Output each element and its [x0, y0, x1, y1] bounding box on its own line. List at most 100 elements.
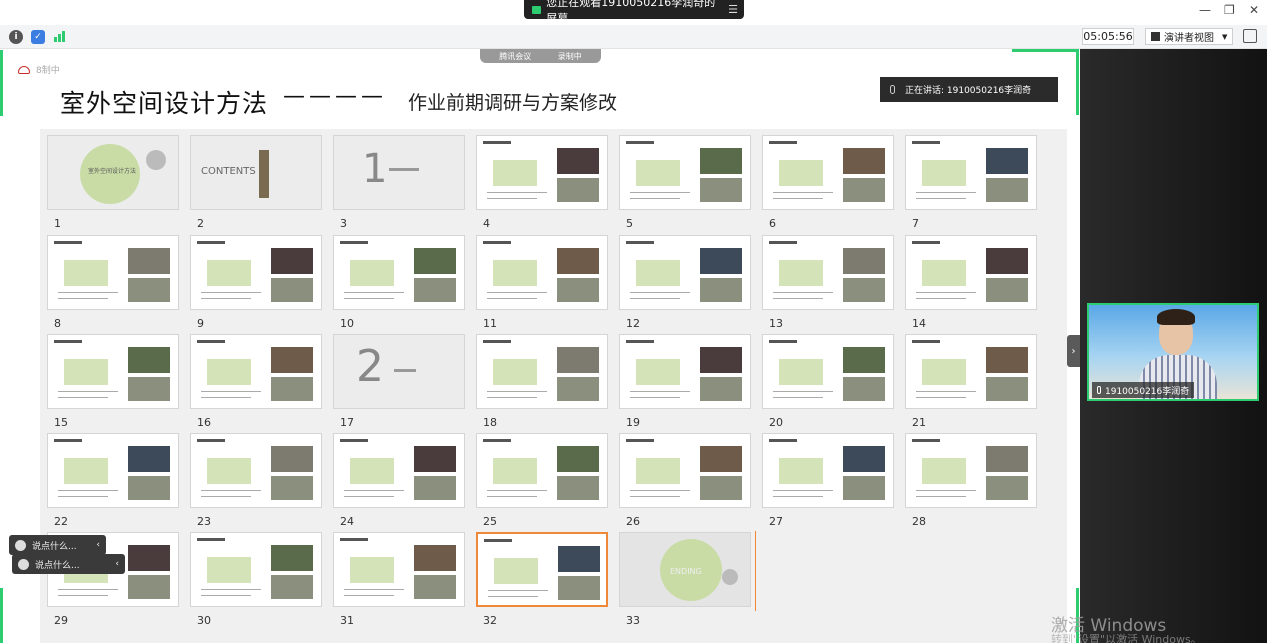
slide-thumbnail[interactable] — [190, 235, 322, 310]
meeting-timer: 05:05:56 — [1082, 28, 1134, 45]
slide-thumbnail[interactable] — [190, 334, 322, 409]
slide-number: 11 — [483, 317, 497, 330]
slide-number: 4 — [483, 217, 490, 230]
slide-number: 12 — [626, 317, 640, 330]
microphone-icon — [890, 85, 895, 94]
slide-title: 室外空间设计方法 — [60, 89, 269, 118]
slide-thumbnail[interactable] — [905, 334, 1037, 409]
slide-thumbnail[interactable] — [762, 334, 894, 409]
slide-thumbnail[interactable] — [333, 532, 465, 607]
slide-number: 32 — [483, 614, 497, 627]
slide-number: 28 — [912, 515, 926, 528]
slide-thumbnail[interactable] — [333, 433, 465, 508]
share-border — [1076, 49, 1079, 115]
participant-video[interactable]: 1910050216李润奇 — [1087, 303, 1259, 401]
camera-icon — [532, 5, 542, 14]
chat-placeholder: 说点什么... — [35, 560, 80, 571]
slide-thumbnail[interactable] — [47, 235, 179, 310]
slide-thumbnail[interactable] — [762, 235, 894, 310]
slide-number: 20 — [769, 416, 783, 429]
chat-input-pill[interactable]: 说点什么... ‹ — [9, 535, 106, 555]
slide-thumbnail[interactable] — [333, 235, 465, 310]
meeting-toolbar: i ✓ 05:05:56 演讲者视图 ▼ — [0, 25, 1267, 49]
info-icon[interactable]: i — [9, 30, 23, 44]
slide-thumbnail[interactable] — [762, 135, 894, 210]
slide-thumbnail[interactable] — [190, 532, 322, 607]
slide-thumbnail[interactable] — [476, 334, 608, 409]
slide-number: 1 — [54, 217, 61, 230]
share-border — [1012, 49, 1078, 52]
slide-thumbnail[interactable] — [762, 433, 894, 508]
close-icon[interactable]: ✕ — [1249, 3, 1259, 17]
slide-thumbnail[interactable] — [619, 334, 751, 409]
slide-number: 33 — [626, 614, 640, 627]
screen-share-indicator[interactable]: 您正在观看1910050216李润奇的屏幕 ☰ — [524, 0, 744, 25]
thumb-caption: CONTENTS — [201, 166, 256, 177]
slide-number: 31 — [340, 614, 354, 627]
chevron-down-icon: ▼ — [1222, 32, 1228, 41]
chat-input-pill[interactable]: 说点什么... ‹ — [12, 554, 125, 574]
slide-number: 7 — [912, 217, 919, 230]
slide-thumbnail[interactable] — [476, 135, 608, 210]
slide-thumbnail[interactable] — [905, 235, 1037, 310]
chevron-left-icon[interactable]: ‹ — [96, 540, 100, 550]
slide-thumbnail[interactable] — [47, 433, 179, 508]
cloud-logo-icon — [18, 65, 30, 74]
fullscreen-icon[interactable] — [1243, 29, 1257, 43]
view-mode-label: 演讲者视图 — [1164, 33, 1214, 44]
windows-activation-hint: 转到"设置"以激活 Windows。 — [1051, 633, 1202, 643]
microphone-icon — [1097, 386, 1101, 394]
title-dashes: ———— — [283, 84, 387, 109]
speaking-indicator: 正在讲话: 1910050216李润奇 — [880, 77, 1058, 102]
meeting-app-label: 腾讯会议 — [499, 51, 532, 61]
view-mode-dropdown[interactable]: 演讲者视图 ▼ — [1145, 28, 1233, 45]
speaking-label: 正在讲话: 1910050216李润奇 — [905, 86, 1032, 96]
slide-number: 23 — [197, 515, 211, 528]
meeting-status-pill[interactable]: 腾讯会议 录制中 — [480, 49, 601, 63]
slide-number: 16 — [197, 416, 211, 429]
thumb-caption: 2 — [356, 341, 384, 392]
slide-number: 21 — [912, 416, 926, 429]
signal-icon[interactable] — [54, 31, 65, 42]
slide-thumbnail[interactable] — [619, 235, 751, 310]
slide-number: 3 — [340, 217, 347, 230]
slide-thumbnail[interactable]: 1 — [333, 135, 465, 210]
slide-thumbnail[interactable] — [905, 135, 1037, 210]
sharing-text: 您正在观看1910050216李润奇的屏幕 — [546, 0, 716, 25]
slide-number: 18 — [483, 416, 497, 429]
collapse-panel-button[interactable]: › — [1067, 335, 1080, 367]
slide-number: 29 — [54, 614, 68, 627]
slide-number: 8 — [54, 317, 61, 330]
chevron-left-icon[interactable]: ‹ — [115, 559, 119, 569]
slide-thumbnail[interactable]: CONTENTS — [190, 135, 322, 210]
share-border — [0, 50, 3, 116]
slide-thumbnail[interactable] — [47, 334, 179, 409]
slide-thumbnail[interactable]: 室外空间设计方法 — [47, 135, 179, 210]
slide-thumbnail[interactable] — [905, 433, 1037, 508]
restore-icon[interactable]: ❐ — [1224, 3, 1235, 17]
slide-logo: 8制中 — [18, 63, 60, 76]
slide-thumbnail[interactable]: ENDING — [619, 532, 751, 607]
slide-thumbnail[interactable]: 2 — [333, 334, 465, 409]
minimize-icon[interactable]: — — [1199, 3, 1211, 17]
slide-number: 19 — [626, 416, 640, 429]
slide-number: 17 — [340, 416, 354, 429]
avatar-icon — [15, 539, 26, 551]
slide-thumbnail[interactable] — [476, 433, 608, 508]
slide-thumbnail[interactable] — [476, 532, 608, 607]
participant-name: 1910050216李润奇 — [1105, 386, 1190, 397]
shield-icon[interactable]: ✓ — [31, 30, 45, 44]
slide-number: 14 — [912, 317, 926, 330]
insertion-marker — [755, 531, 756, 611]
slide-thumbnail[interactable] — [190, 433, 322, 508]
participant-hair — [1157, 309, 1195, 325]
slide-thumbnail[interactable] — [619, 433, 751, 508]
slide-thumbnail[interactable] — [476, 235, 608, 310]
slide-number: 22 — [54, 515, 68, 528]
menu-icon[interactable]: ☰ — [728, 3, 738, 16]
meeting-window: { "top_bar": {"sharing_text": "您正在观看1910… — [0, 0, 1267, 643]
participant-name-tag: 1910050216李润奇 — [1092, 382, 1195, 398]
avatar-icon — [18, 558, 29, 570]
layout-icon — [1151, 32, 1160, 41]
slide-thumbnail[interactable] — [619, 135, 751, 210]
